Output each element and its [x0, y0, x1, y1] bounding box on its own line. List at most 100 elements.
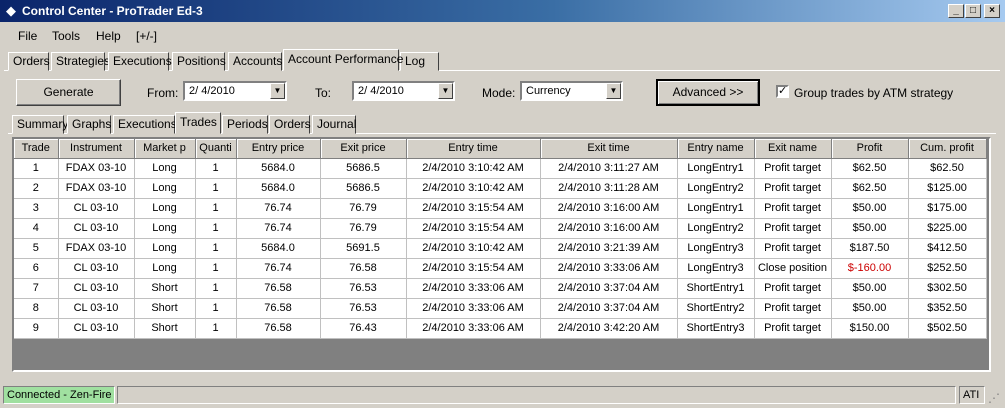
menu-help[interactable]: Help	[96, 29, 121, 43]
header-col-exit-price[interactable]: Exit price	[320, 139, 407, 159]
header-col-profit[interactable]: Profit	[831, 139, 909, 159]
col-exit-time-cell: 2/4/2010 3:11:28 AM	[540, 178, 678, 199]
col-profit-cell: $150.00	[831, 318, 909, 339]
col-instrument-cell: CL 03-10	[58, 318, 135, 339]
from-date-picker[interactable]: 2/ 4/2010 ▼	[183, 81, 287, 101]
header-col-trade[interactable]: Trade	[14, 139, 59, 159]
col-exit-price-cell: 5686.5	[320, 158, 407, 179]
mode-select[interactable]: Currency ▼	[520, 81, 623, 101]
col-entry-name-cell: LongEntry3	[677, 238, 755, 259]
subtab-orders[interactable]: Orders	[269, 115, 311, 134]
col-exit-name-cell: Profit target	[754, 298, 832, 319]
col-exit-price-cell: 5691.5	[320, 238, 407, 259]
from-dropdown-arrow-icon[interactable]: ▼	[270, 83, 285, 99]
header-col-market-position[interactable]: Market p	[134, 139, 196, 159]
col-instrument-cell: CL 03-10	[58, 298, 135, 319]
col-market-position-cell: Long	[134, 218, 196, 239]
header-col-exit-time[interactable]: Exit time	[540, 139, 678, 159]
header-col-cum-profit[interactable]: Cum. profit	[908, 139, 987, 159]
group-by-atm-label: Group trades by ATM strategy	[794, 86, 954, 100]
col-exit-price-cell: 76.79	[320, 198, 407, 219]
tab-executions[interactable]: Executions	[108, 52, 172, 71]
subtab-summary[interactable]: Summary	[12, 115, 68, 134]
col-cum-profit-cell: $412.50	[908, 238, 987, 259]
mode-dropdown-arrow-icon[interactable]: ▼	[606, 83, 621, 99]
table-row[interactable]: 8 CL 03-10 Short 1 76.58 76.53 2/4/2010 3:33:0…	[14, 298, 987, 319]
col-entry-name-cell: LongEntry2	[677, 178, 755, 199]
col-entry-name-cell: ShortEntry3	[677, 318, 755, 339]
advanced-button[interactable]: Advanced >>	[656, 79, 760, 106]
col-cum-profit-cell: $252.50	[908, 258, 987, 279]
col-profit-cell: $50.00	[831, 298, 909, 319]
tab-log[interactable]: Log	[400, 52, 439, 71]
col-entry-name-cell: ShortEntry2	[677, 298, 755, 319]
table-row[interactable]: 4 CL 03-10 Long 1 76.74 76.79 2/4/2010 3:15:54…	[14, 218, 987, 239]
subtab-periods[interactable]: Periods	[222, 115, 268, 134]
subtab-executions[interactable]: Executions	[113, 115, 177, 134]
col-market-position-cell: Long	[134, 178, 196, 199]
menu-toggle[interactable]: [+/-]	[136, 29, 157, 43]
col-exit-time-cell: 2/4/2010 3:33:06 AM	[540, 258, 678, 279]
col-entry-time-cell: 2/4/2010 3:15:54 AM	[406, 258, 541, 279]
table-row[interactable]: 1 FDAX 03-10 Long 1 5684.0 5686.5 2/4/2010 3:1…	[14, 158, 987, 179]
header-col-quantity[interactable]: Quanti	[195, 139, 237, 159]
group-by-atm-checkbox[interactable]: ✓	[776, 85, 789, 98]
col-exit-name-cell: Profit target	[754, 198, 832, 219]
title-bar[interactable]: ◆ Control Center - ProTrader Ed-3 _ □ ×	[0, 0, 1005, 22]
col-trade-cell: 3	[14, 198, 59, 219]
col-entry-name-cell: LongEntry1	[677, 158, 755, 179]
table-row[interactable]: 6 CL 03-10 Long 1 76.74 76.58 2/4/2010 3:15:54…	[14, 258, 987, 279]
col-entry-time-cell: 2/4/2010 3:15:54 AM	[406, 218, 541, 239]
to-dropdown-arrow-icon[interactable]: ▼	[438, 83, 453, 99]
col-entry-time-cell: 2/4/2010 3:33:06 AM	[406, 298, 541, 319]
col-quantity-cell: 1	[195, 318, 237, 339]
header-col-instrument[interactable]: Instrument	[58, 139, 135, 159]
tab-accounts[interactable]: Accounts	[228, 52, 282, 71]
trades-grid[interactable]: Trade Instrument Market p Quanti Entry price…	[12, 137, 991, 372]
subtab-trades[interactable]: Trades	[175, 112, 221, 134]
table-row[interactable]: 7 CL 03-10 Short 1 76.58 76.53 2/4/2010 3:33:0…	[14, 278, 987, 299]
col-entry-name-cell: ShortEntry1	[677, 278, 755, 299]
col-exit-price-cell: 5686.5	[320, 178, 407, 199]
subtab-graphs[interactable]: Graphs	[67, 115, 111, 134]
col-exit-price-cell: 76.53	[320, 298, 407, 319]
col-entry-name-cell: LongEntry1	[677, 198, 755, 219]
tab-orders[interactable]: Orders	[8, 52, 50, 71]
table-row[interactable]: 5 FDAX 03-10 Long 1 5684.0 5691.5 2/4/2010 3:1…	[14, 238, 987, 259]
menu-tools[interactable]: Tools	[52, 29, 80, 43]
to-date-picker[interactable]: 2/ 4/2010 ▼	[352, 81, 455, 101]
maximize-button[interactable]: □	[965, 4, 981, 18]
resize-grip-icon[interactable]: ⋰	[988, 391, 1000, 405]
col-instrument-cell: FDAX 03-10	[58, 238, 135, 259]
header-col-entry-time[interactable]: Entry time	[406, 139, 541, 159]
tab-account-performance[interactable]: Account Performance	[283, 49, 403, 71]
table-header-row: Trade Instrument Market p Quanti Entry price…	[14, 139, 987, 159]
table-row[interactable]: 2 FDAX 03-10 Long 1 5684.0 5686.5 2/4/2010 3:1…	[14, 178, 987, 199]
minimize-button[interactable]: _	[948, 4, 964, 18]
col-exit-name-cell: Profit target	[754, 278, 832, 299]
ati-status: ATI	[959, 386, 985, 404]
menu-file[interactable]: File	[18, 29, 37, 43]
col-market-position-cell: Short	[134, 278, 196, 299]
col-market-position-cell: Long	[134, 238, 196, 259]
header-col-entry-name[interactable]: Entry name	[677, 139, 755, 159]
generate-button[interactable]: Generate	[16, 79, 121, 106]
table-row[interactable]: 9 CL 03-10 Short 1 76.58 76.43 2/4/2010 3:33:0…	[14, 318, 987, 339]
col-entry-time-cell: 2/4/2010 3:10:42 AM	[406, 158, 541, 179]
menu-bar: File Tools Help [+/-]	[0, 22, 1005, 46]
col-cum-profit-cell: $502.50	[908, 318, 987, 339]
tab-strategies[interactable]: Strategies	[51, 52, 110, 71]
tab-positions[interactable]: Positions	[172, 52, 226, 71]
header-col-exit-name[interactable]: Exit name	[754, 139, 832, 159]
col-entry-price-cell: 5684.0	[236, 158, 321, 179]
trades-table: Trade Instrument Market p Quanti Entry price…	[14, 139, 987, 339]
table-row[interactable]: 3 CL 03-10 Long 1 76.74 76.79 2/4/2010 3:15:54…	[14, 198, 987, 219]
close-button[interactable]: ×	[984, 4, 1000, 18]
col-instrument-cell: CL 03-10	[58, 218, 135, 239]
col-trade-cell: 4	[14, 218, 59, 239]
col-exit-name-cell: Profit target	[754, 158, 832, 179]
to-date-value: 2/ 4/2010	[358, 85, 404, 97]
subtab-journal[interactable]: Journal	[312, 115, 356, 134]
col-quantity-cell: 1	[195, 298, 237, 319]
header-col-entry-price[interactable]: Entry price	[236, 139, 321, 159]
